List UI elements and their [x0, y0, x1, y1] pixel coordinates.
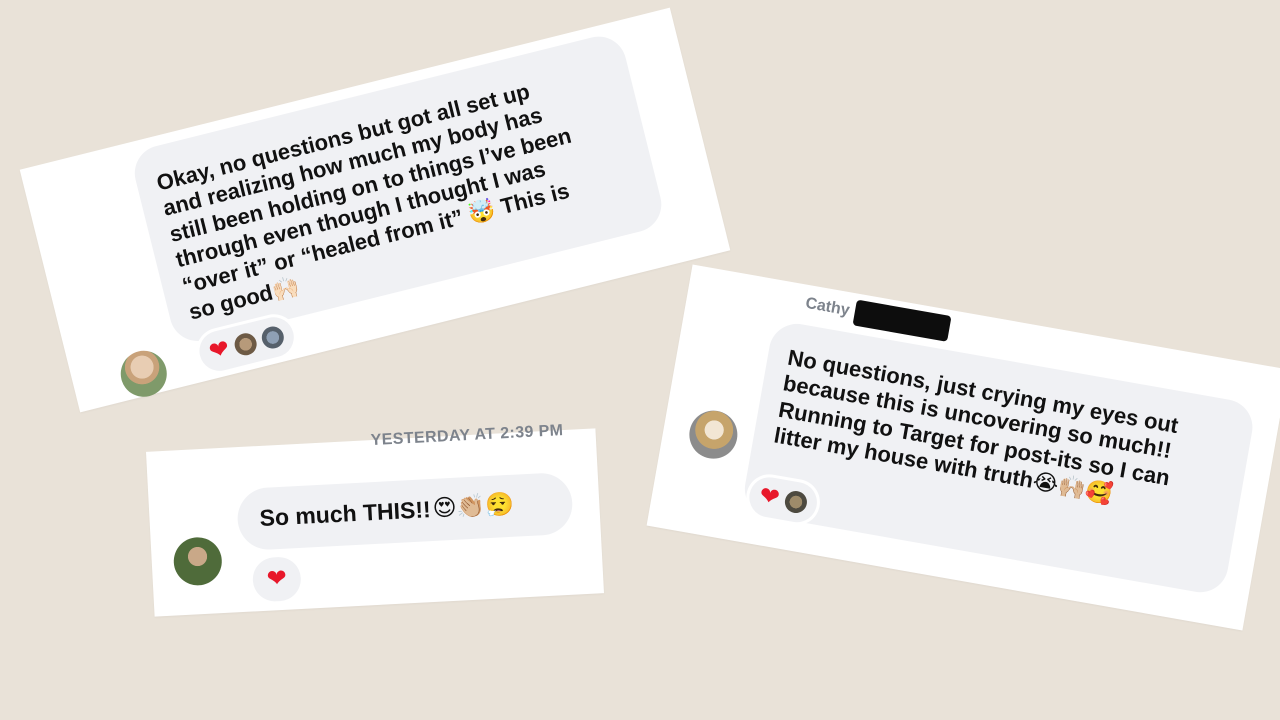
emoji-reactions-icon: 😍👏🏼😮‍💨: [431, 491, 515, 523]
message-card-2: YESTERDAY AT 2:39 PM So much THIS!! 😍👏🏼😮…: [145, 422, 605, 617]
timestamp: YESTERDAY AT 2:39 PM: [370, 422, 564, 450]
reactor-avatar: [783, 489, 809, 515]
exploding-head-emoji: 🤯: [465, 196, 499, 228]
message-text: So much THIS!!: [258, 496, 432, 532]
avatar[interactable]: [115, 345, 172, 402]
reactor-avatar: [232, 330, 260, 358]
reactions-pill[interactable]: ❤: [251, 555, 302, 603]
message-card-3: Cathy No questions, just crying my eyes …: [646, 264, 1280, 631]
heart-reaction-icon: ❤: [206, 334, 233, 366]
reactor-avatar: [259, 324, 287, 351]
avatar[interactable]: [685, 406, 742, 463]
heart-reaction-icon: ❤: [266, 564, 288, 593]
raised-hands-emoji: 🙌🏻: [269, 273, 303, 305]
sender-name: Cathy: [804, 294, 851, 320]
message-bubble[interactable]: So much THIS!! 😍👏🏼😮‍💨: [236, 471, 574, 552]
message-card-1: Okay, no questions but got all set up an…: [19, 7, 731, 413]
avatar[interactable]: [172, 536, 224, 587]
message-bubble[interactable]: Okay, no questions but got all set up an…: [128, 30, 668, 347]
message-bubble[interactable]: No questions, just crying my eyes out be…: [740, 319, 1257, 597]
heart-reaction-icon: ❤: [757, 481, 782, 512]
